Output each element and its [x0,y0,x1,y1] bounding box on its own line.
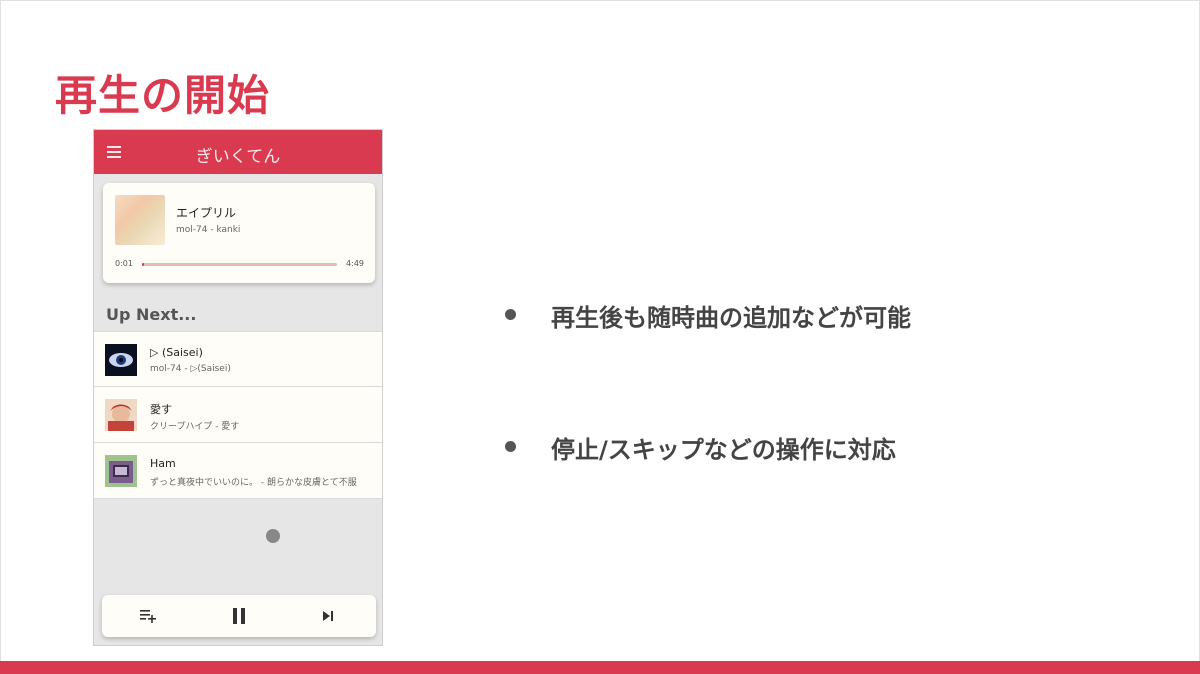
album-art [105,399,137,431]
queue-item-subtitle: ずっと真夜中でいいのに。 - 朗らかな皮膚とて不服 [150,478,357,488]
playback-controls [102,595,376,637]
app-screenshot: ぎいくてん エイプリル mol-74 - kanki 0:01 4:49 Up … [93,129,383,646]
total-time: 4:49 [346,259,364,268]
pause-icon[interactable] [225,603,253,629]
queue-list: ▷ (Saisei) mol-74 - ▷(Saisei) 愛す クリープハイプ… [94,331,382,499]
loading-indicator [266,529,280,543]
bottom-accent-bar [0,661,1200,674]
now-playing-title: エイプリル [176,206,237,220]
current-time: 0:01 [115,259,133,268]
queue-item-subtitle: mol-74 - ▷(Saisei) [150,364,231,374]
queue-item[interactable]: ▷ (Saisei) mol-74 - ▷(Saisei) [94,331,382,387]
bullet-item: 停止/スキップなどの操作に対応 [505,430,1065,464]
app-title: ぎいくてん [195,147,281,167]
bullet-item: 再生後も随時曲の追加などが可能 [505,298,1065,332]
queue-item-title: 愛す [150,403,172,416]
queue-item-title: Ham [150,457,176,470]
progress-fill [142,263,144,266]
queue-item-title: ▷ (Saisei) [150,346,203,359]
album-art [105,455,137,487]
app-bar: ぎいくてん [94,130,382,174]
progress-bar[interactable] [142,263,337,266]
bullet-text: 再生後も随時曲の追加などが可能 [551,304,911,332]
bullet-dot [505,309,516,320]
queue-item-subtitle: クリープハイプ - 愛す [150,422,240,432]
up-next-heading: Up Next... [106,305,197,324]
album-art [115,195,165,245]
bullet-dot [505,441,516,452]
queue-item[interactable]: Ham ずっと真夜中でいいのに。 - 朗らかな皮膚とて不服 [94,443,382,499]
album-art [105,344,137,376]
now-playing-card[interactable]: エイプリル mol-74 - kanki 0:01 4:49 [103,183,375,283]
skip-next-icon[interactable] [314,603,342,629]
add-to-queue-icon[interactable] [135,603,163,629]
bullet-text: 停止/スキップなどの操作に対応 [551,436,896,464]
slide-title: 再生の開始 [55,71,271,120]
queue-item[interactable]: 愛す クリープハイプ - 愛す [94,387,382,443]
now-playing-subtitle: mol-74 - kanki [176,225,241,235]
